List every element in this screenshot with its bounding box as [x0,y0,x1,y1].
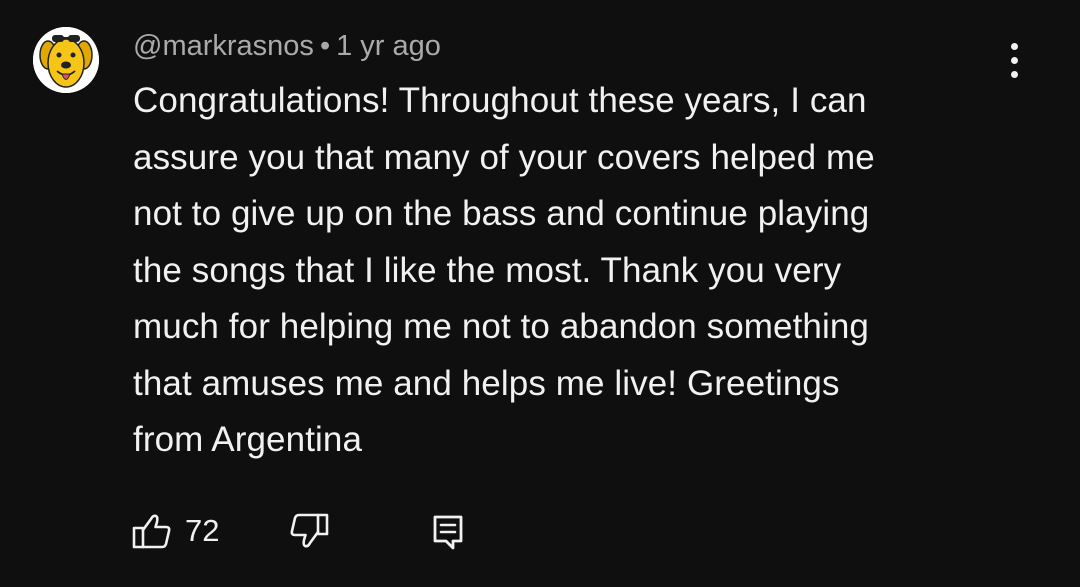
reply-button[interactable] [431,507,465,555]
comment-timestamp[interactable]: 1 yr ago [336,30,441,62]
like-button[interactable]: 72 [131,507,219,555]
author-handle[interactable]: @markrasnos [133,30,314,62]
more-options-button[interactable] [996,38,1032,82]
avatar[interactable] [33,27,99,93]
dog-avatar-icon [33,27,99,93]
separator-dot: • [319,30,331,62]
reply-comment-icon [433,515,463,550]
thumbs-up-icon [132,514,171,549]
like-count: 72 [185,513,220,548]
more-vertical-icon-dot [1010,56,1018,64]
comment-header: @markrasnos • 1 yr ago [133,28,441,64]
more-vertical-icon [1010,42,1018,50]
more-vertical-icon-dot [1010,70,1018,78]
comment-thread-item: @markrasnos • 1 yr ago Congratulations! Th… [0,0,1080,587]
thumbs-down-icon [290,513,329,548]
dislike-button[interactable] [288,507,330,555]
comment-text: Congratulations! Throughout these years,… [133,81,875,459]
